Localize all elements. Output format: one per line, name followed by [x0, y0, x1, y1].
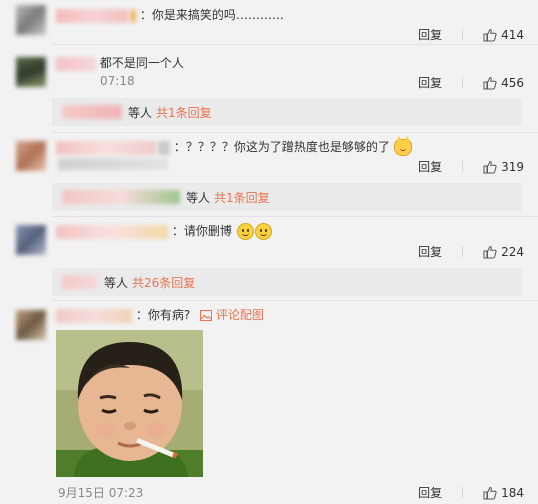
comment-image-link[interactable]: 评论配图 — [216, 308, 264, 322]
username-redacted — [130, 8, 136, 23]
like-count: 184 — [501, 485, 524, 500]
sub-replies-box[interactable]: 等人 共1条回复 — [52, 98, 522, 126]
username-redacted — [62, 190, 180, 204]
reply-button[interactable]: 回复 — [418, 243, 442, 260]
thumbs-up-icon[interactable] — [483, 486, 497, 500]
divider — [52, 216, 538, 217]
comment-actions: 回复 414 — [418, 26, 524, 43]
like-count: 456 — [501, 75, 524, 90]
reply-button[interactable]: 回复 — [418, 26, 442, 43]
username-redacted[interactable] — [56, 8, 128, 23]
comment-text: 都不是同一个人 — [99, 56, 184, 70]
sub-replies-box[interactable]: 等人 共1条回复 — [52, 183, 522, 211]
comment-text: ：你是来搞笑的吗………… — [139, 8, 284, 22]
divider — [462, 246, 464, 257]
like-count: 319 — [501, 159, 524, 174]
thumbs-up-icon[interactable] — [483, 28, 497, 42]
thumbs-up-icon[interactable] — [483, 245, 497, 259]
like-count: 414 — [501, 27, 524, 42]
comment-line: ：你有病? 评论配图 — [56, 307, 264, 323]
comment-actions: 回复 184 — [418, 484, 524, 501]
comment-image[interactable] — [56, 330, 203, 477]
avatar[interactable] — [16, 57, 46, 87]
smile-emoji-icon — [236, 223, 254, 240]
thumbs-up-icon[interactable] — [483, 160, 497, 174]
sub-reply-label: 等人 — [186, 190, 211, 205]
comment-line: ：你是来搞笑的吗………… — [56, 7, 284, 23]
username-redacted — [158, 140, 170, 155]
divider — [462, 161, 464, 172]
comment-line: 都不是同一个人 — [56, 55, 184, 71]
view-replies-link[interactable]: 共1条回复 — [214, 189, 270, 206]
comment-actions: 回复 456 — [418, 74, 524, 91]
username-redacted[interactable] — [56, 56, 96, 71]
username-redacted[interactable] — [56, 140, 156, 155]
view-replies-link[interactable]: 共1条回复 — [156, 104, 212, 121]
timestamp: 07:18 — [100, 74, 135, 88]
comment-actions: 回复 224 — [418, 243, 524, 260]
avatar[interactable] — [16, 141, 46, 171]
reply-button[interactable]: 回复 — [418, 158, 442, 175]
reply-button[interactable]: 回复 — [418, 74, 442, 91]
username-redacted[interactable] — [56, 224, 168, 239]
divider — [52, 300, 538, 301]
redacted-text — [58, 158, 168, 170]
comment-actions: 回复 319 — [418, 158, 524, 175]
comment-text: ：请你删博 — [171, 224, 232, 238]
divider — [52, 44, 538, 45]
sub-reply-label: 等人 — [128, 105, 153, 120]
comment-line: ：？？？？你这为了蹭热度也是够够的了 — [56, 136, 412, 156]
username-redacted — [62, 105, 122, 119]
avatar[interactable] — [16, 225, 46, 255]
timestamp: 9月15日 07:23 — [58, 486, 144, 500]
reply-button[interactable]: 回复 — [418, 484, 442, 501]
comment-line: ：请你删博 — [56, 223, 272, 240]
view-replies-link[interactable]: 共26条回复 — [132, 274, 195, 291]
divider — [462, 77, 464, 88]
sub-reply-label: 等人 — [104, 275, 129, 290]
cat-emoji-icon — [393, 136, 412, 156]
like-count: 224 — [501, 244, 524, 259]
smile-emoji-icon — [254, 223, 272, 240]
username-redacted — [62, 275, 98, 289]
avatar[interactable] — [16, 5, 46, 35]
avatar[interactable] — [16, 310, 46, 340]
divider — [462, 487, 464, 498]
sub-replies-box[interactable]: 等人 共26条回复 — [52, 268, 522, 296]
comment-text: ：你有病? — [135, 308, 191, 322]
username-redacted[interactable] — [56, 308, 132, 323]
thumbs-up-icon[interactable] — [483, 76, 497, 90]
divider — [52, 132, 538, 133]
image-icon — [200, 310, 213, 321]
child-photo-icon — [56, 330, 203, 477]
divider — [462, 29, 464, 40]
comment-text: ：？？？？你这为了蹭热度也是够够的了 — [173, 140, 390, 154]
